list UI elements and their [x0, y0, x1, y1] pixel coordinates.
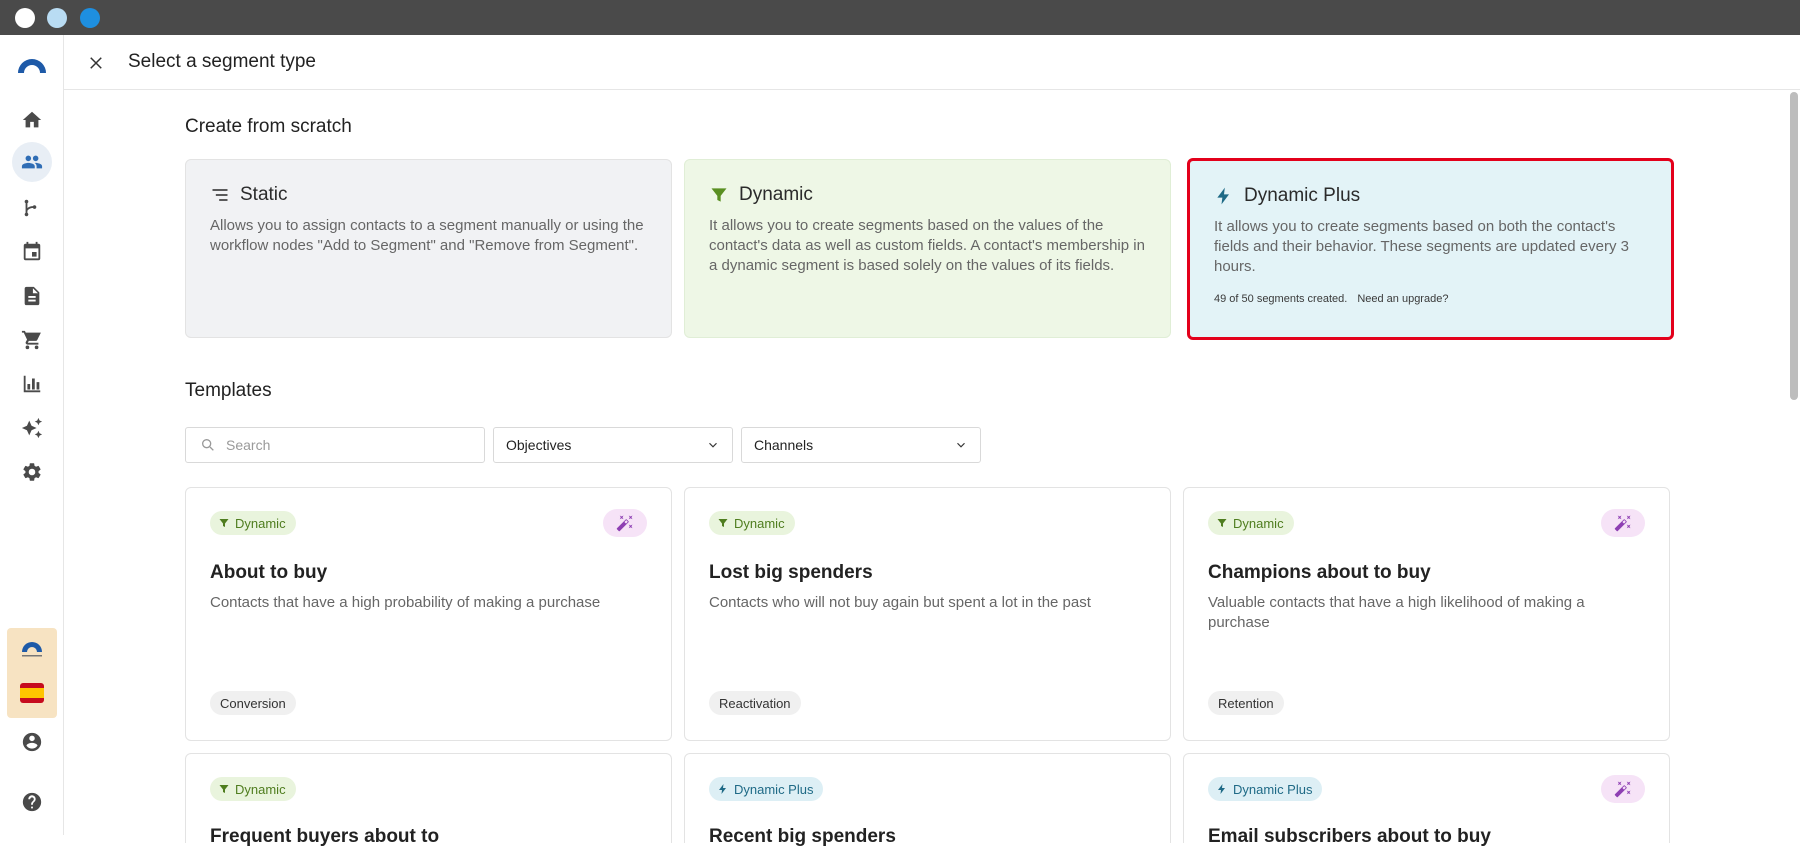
upgrade-link[interactable]: Need an upgrade? [1357, 293, 1448, 305]
gear-icon [23, 463, 41, 481]
sidebar-item-home[interactable] [18, 106, 46, 134]
template-title: Champions about to buy [1208, 562, 1431, 583]
home-icon [22, 111, 42, 128]
contacts-icon [21, 155, 43, 169]
chevron-down-icon [957, 442, 965, 448]
segment-type-badge: Dynamic Plus [1208, 777, 1323, 801]
sidebar-item-documents[interactable] [18, 282, 46, 310]
template-description: Valuable contacts that have a high likel… [1208, 594, 1585, 631]
filter-icon [219, 785, 229, 793]
sidebar-item-help[interactable] [18, 788, 46, 816]
magic-wand-icon [1614, 515, 1631, 532]
segment-type-label: Static [240, 184, 288, 205]
template-title: Frequent buyers about to [210, 826, 440, 847]
filter-icon [711, 188, 727, 202]
list-icon [212, 189, 228, 201]
template-title: Lost big spenders [709, 562, 873, 583]
ai-magic-button[interactable] [1601, 509, 1645, 537]
page-header: Select a segment type [64, 35, 1800, 90]
page-title: Select a segment type [128, 51, 316, 72]
document-icon [24, 286, 40, 306]
magic-wand-icon [1614, 781, 1631, 798]
bolt-icon [1218, 784, 1225, 794]
filter-icon [1217, 519, 1227, 527]
spain-flag-icon [20, 683, 44, 703]
template-card-about-to-buy[interactable]: Dynamic About to buy Contacts that have … [185, 487, 672, 741]
ai-magic-button[interactable] [1601, 775, 1645, 803]
segment-type-dynamic-card[interactable]: Dynamic It allows you to create segments… [684, 159, 1171, 338]
objectives-dropdown[interactable]: Objectives [493, 427, 733, 463]
segment-usage-count: 49 of 50 segments created. [1214, 293, 1348, 305]
channels-dropdown-label: Channels [754, 437, 814, 453]
templates-section-title: Templates [185, 380, 272, 401]
account-circle-icon [22, 732, 42, 752]
close-button[interactable] [84, 51, 108, 75]
bar-chart-icon [23, 375, 41, 393]
filter-icon [219, 519, 229, 527]
workflow-icon [24, 199, 37, 217]
template-objective-tag: Retention [1208, 691, 1284, 715]
chevron-down-icon [709, 442, 717, 448]
window-minimize-dot[interactable] [47, 8, 67, 28]
promo-logo [22, 642, 42, 657]
segment-type-badge: Dynamic Plus [709, 777, 824, 801]
template-title: Email subscribers about to buy [1208, 826, 1491, 847]
scrollbar[interactable] [1790, 92, 1798, 400]
window-close-dot[interactable] [15, 8, 35, 28]
template-description: Contacts that have a high probability of… [210, 594, 601, 611]
sparkle-icon [21, 417, 43, 439]
segment-type-badge: Dynamic [709, 511, 795, 535]
template-card-email-subscribers[interactable]: Dynamic Plus Email subscribers about to … [1183, 753, 1670, 847]
help-icon [22, 792, 42, 812]
segment-type-badge: Dynamic [1208, 511, 1294, 535]
template-search[interactable] [185, 427, 485, 463]
calendar-icon [23, 241, 41, 261]
app-logo[interactable] [16, 51, 48, 75]
bolt-icon [719, 784, 726, 794]
segment-type-badge: Dynamic [210, 511, 296, 535]
promo-panel[interactable] [7, 628, 57, 718]
search-icon [202, 439, 214, 451]
template-card-recent-big-spenders[interactable]: Dynamic Plus Recent big spenders [684, 753, 1171, 847]
segment-type-badge: Dynamic [210, 777, 296, 801]
template-title: About to buy [210, 562, 328, 583]
template-card-champions-about-to-buy[interactable]: Dynamic Champions about to buy Valuable … [1183, 487, 1670, 741]
sidebar-item-reports[interactable] [18, 370, 46, 398]
segment-type-description: It allows you to create segments based o… [709, 217, 1145, 274]
sidebar-item-ai[interactable] [18, 414, 46, 442]
template-objective-tag: Reactivation [709, 691, 801, 715]
create-section-title: Create from scratch [185, 116, 352, 137]
sidebar-item-calendar[interactable] [18, 238, 46, 266]
window-maximize-dot[interactable] [80, 8, 100, 28]
template-objective-tag: Conversion [210, 691, 296, 715]
segment-type-description: Allows you to assign contacts to a segme… [210, 217, 644, 254]
bolt-icon [1217, 187, 1229, 205]
template-card-lost-big-spenders[interactable]: Dynamic Lost big spenders Contacts who w… [684, 487, 1171, 741]
segment-type-label: Dynamic [739, 184, 813, 205]
sidebar-item-workflows[interactable] [18, 194, 46, 222]
close-icon [90, 57, 102, 69]
sidebar-item-settings[interactable] [18, 458, 46, 486]
sidebar-item-profile[interactable] [18, 728, 46, 756]
segment-type-label: Dynamic Plus [1244, 185, 1361, 206]
window-titlebar [0, 0, 1800, 35]
template-description: Contacts who will not buy again but spen… [709, 594, 1091, 611]
objectives-dropdown-label: Objectives [506, 437, 572, 453]
sidebar [0, 35, 64, 835]
template-title: Recent big spenders [709, 826, 896, 847]
sidebar-item-contacts[interactable] [12, 142, 52, 182]
template-search-input[interactable] [226, 437, 466, 453]
magic-wand-icon [616, 515, 633, 532]
channels-dropdown[interactable]: Channels [741, 427, 981, 463]
segment-type-static-card[interactable]: Static Allows you to assign contacts to … [185, 159, 672, 338]
filter-icon [718, 519, 728, 527]
ai-magic-button[interactable] [603, 509, 647, 537]
segment-type-dynamic-plus-card[interactable]: Dynamic Plus It allows you to create seg… [1187, 158, 1674, 340]
cart-icon [21, 330, 41, 350]
segment-type-description: It allows you to create segments based o… [1214, 218, 1629, 275]
template-card-frequent-buyers[interactable]: Dynamic Frequent buyers about to [185, 753, 672, 847]
sidebar-item-ecommerce[interactable] [18, 326, 46, 354]
